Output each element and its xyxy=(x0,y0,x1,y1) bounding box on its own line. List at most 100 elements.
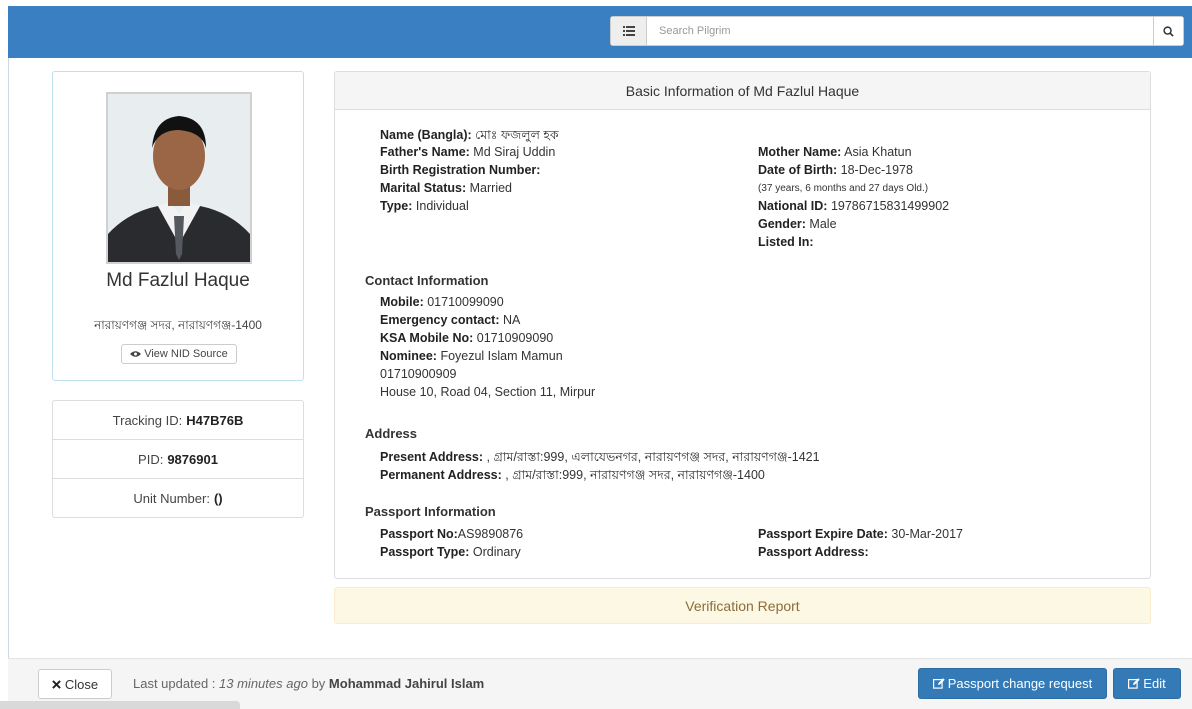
profile-area: নারায়ণগঞ্জ সদর, নারায়ণগঞ্জ-1400 xyxy=(94,318,262,332)
search-button[interactable] xyxy=(1153,17,1183,45)
father-name-label: Father's Name: xyxy=(380,145,470,159)
pid-row: PID: 9876901 xyxy=(52,439,304,479)
name-bangla-line: Name (Bangla): মোঃ ফজলুল হক xyxy=(380,127,559,147)
search-input[interactable] xyxy=(647,17,1153,45)
verification-report-panel[interactable]: Verification Report xyxy=(334,587,1151,624)
search-group xyxy=(610,16,1184,46)
passport-expire-value: 30-Mar-2017 xyxy=(891,527,963,541)
national-id-label: National ID: xyxy=(758,199,828,213)
edit-icon xyxy=(932,678,945,689)
passport-type-label: Passport Type: xyxy=(380,545,470,559)
address-title: Address xyxy=(365,426,418,441)
permanent-address-label: Permanent Address: xyxy=(380,468,502,482)
passport-no-line: Passport No:AS9890876 xyxy=(380,527,523,541)
national-id-line: National ID: 19786715831499902 xyxy=(758,199,949,213)
ksa-mobile-line: KSA Mobile No: 01710909090 xyxy=(380,331,553,345)
mother-name-label: Mother Name: xyxy=(758,145,842,159)
father-name-value: Md Siraj Uddin xyxy=(473,145,556,159)
view-nid-source-button[interactable]: View NID Source xyxy=(121,344,237,364)
present-address-line: Present Address: , গ্রাম/রাস্তা:999, এলা… xyxy=(380,449,820,469)
view-nid-source-label: View NID Source xyxy=(144,348,228,360)
gender-line: Gender: Male xyxy=(758,217,837,231)
passport-expire-label: Passport Expire Date: xyxy=(758,527,888,541)
pid-label: PID: xyxy=(138,451,164,467)
passport-change-request-button[interactable]: Passport change request xyxy=(918,668,1107,699)
national-id-value: 19786715831499902 xyxy=(830,199,950,213)
ksa-mobile-value: 01710909090 xyxy=(476,331,554,345)
nominee-label: Nominee: xyxy=(380,349,437,363)
name-bangla-value: মোঃ ফজলুল হক xyxy=(475,128,559,142)
edit-icon xyxy=(1128,678,1140,689)
id-list: Tracking ID: H47B76B PID: 9876901 Unit N… xyxy=(52,400,304,518)
father-name-line: Father's Name: Md Siraj Uddin xyxy=(380,145,555,159)
emergency-contact-value: NA xyxy=(502,313,521,327)
last-updated-user: Mohammad Jahirul Islam xyxy=(328,676,485,691)
pid-value: 9876901 xyxy=(167,451,218,467)
unit-number-row: Unit Number: () xyxy=(52,478,304,518)
unit-number-label: Unit Number: xyxy=(133,490,210,506)
dob-value: 18-Dec-1978 xyxy=(840,163,913,177)
mother-name-line: Mother Name: Asia Khatun xyxy=(758,145,912,159)
type-label: Type: xyxy=(380,199,413,213)
horizontal-scrollbar[interactable] xyxy=(0,701,240,709)
nominee-value: Foyezul Islam Mamun xyxy=(440,349,563,363)
gender-label: Gender: xyxy=(758,217,806,231)
passport-expire-line: Passport Expire Date: 30-Mar-2017 xyxy=(758,527,963,541)
list-icon xyxy=(622,26,635,36)
tracking-id-value: H47B76B xyxy=(186,412,244,428)
mother-name-value: Asia Khatun xyxy=(844,145,912,159)
nominee-phone: 01710900909 xyxy=(380,367,457,381)
frame-border xyxy=(8,58,9,658)
marital-status-label: Marital Status: xyxy=(380,181,467,195)
passport-address-line: Passport Address: xyxy=(758,545,869,559)
name-bangla-label: Name (Bangla): xyxy=(380,128,472,142)
type-line: Type: Individual xyxy=(380,199,469,213)
passport-no-label: Passport No: xyxy=(380,527,458,541)
last-updated-by-word: by xyxy=(311,676,326,691)
passport-address-label: Passport Address: xyxy=(758,545,869,559)
passport-no-value: AS9890876 xyxy=(457,527,524,541)
search-icon xyxy=(1163,25,1174,37)
last-updated-text: Last updated : 13 minutes ago by Mohamma… xyxy=(133,676,484,691)
marital-status-value: Married xyxy=(469,181,512,195)
permanent-address-value: , গ্রাম/রাস্তা:999, নারায়ণগঞ্জ সদর, নার… xyxy=(505,468,765,482)
close-icon xyxy=(52,679,61,689)
mobile-line: Mobile: 01710099090 xyxy=(380,295,504,309)
present-address-value: , গ্রাম/রাস্তা:999, এলাযেভনগর, নারায়ণগঞ… xyxy=(486,450,820,464)
listed-in-label: Listed In: xyxy=(758,235,814,249)
mobile-label: Mobile: xyxy=(380,295,424,309)
edit-label: Edit xyxy=(1143,676,1166,691)
listed-in-line: Listed In: xyxy=(758,235,814,249)
birth-reg-line: Birth Registration Number: xyxy=(380,163,540,177)
passport-type-value: Ordinary xyxy=(472,545,521,559)
ksa-mobile-label: KSA Mobile No: xyxy=(380,331,474,345)
birth-reg-label: Birth Registration Number: xyxy=(380,163,541,177)
passport-type-line: Passport Type: Ordinary xyxy=(380,545,521,559)
profile-name: Md Fazlul Haque xyxy=(106,270,250,291)
last-updated-time: 13 minutes ago xyxy=(219,676,308,691)
unit-number-value: () xyxy=(213,490,223,506)
last-updated-prefix: Last updated : xyxy=(133,676,216,691)
profile-photo xyxy=(106,92,252,264)
gender-value: Male xyxy=(809,217,837,231)
age-text: (37 years, 6 months and 27 days Old.) xyxy=(758,183,929,194)
mobile-value: 01710099090 xyxy=(427,295,504,309)
dob-label: Date of Birth: xyxy=(758,163,838,177)
emergency-contact-line: Emergency contact: NA xyxy=(380,313,520,327)
panel-title: Basic Information of Md Fazlul Haque xyxy=(335,72,1150,110)
close-label: Close xyxy=(64,676,99,692)
profile-card: Md Fazlul Haque নারায়ণগঞ্জ সদর, নারায়ণ… xyxy=(52,71,304,381)
basic-info-panel: Basic Information of Md Fazlul Haque Nam… xyxy=(334,71,1151,579)
tracking-id-label: Tracking ID: xyxy=(112,412,183,428)
marital-status-line: Marital Status: Married xyxy=(380,181,512,195)
close-button[interactable]: Close xyxy=(38,669,112,699)
contact-info-title: Contact Information xyxy=(365,273,489,288)
dob-line: Date of Birth: 18-Dec-1978 xyxy=(758,163,913,177)
search-menu-button[interactable] xyxy=(611,17,647,45)
eye-icon xyxy=(130,351,142,357)
edit-button[interactable]: Edit xyxy=(1113,668,1181,699)
present-address-label: Present Address: xyxy=(380,450,484,464)
passport-change-request-label: Passport change request xyxy=(947,676,1093,691)
nominee-address: House 10, Road 04, Section 11, Mirpur xyxy=(380,385,596,399)
top-navbar xyxy=(8,6,1192,58)
